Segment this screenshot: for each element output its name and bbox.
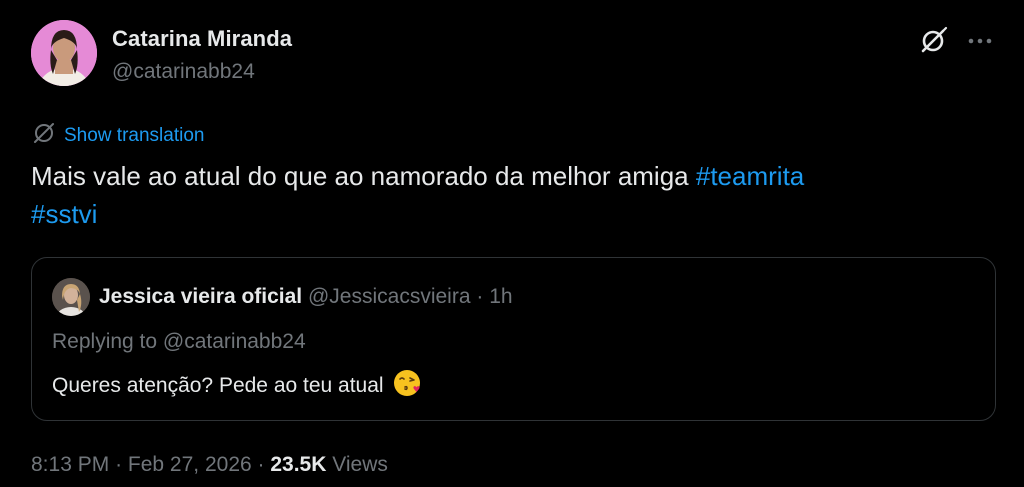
- separator-dot: ·: [476, 285, 484, 308]
- separator-dot: ·: [257, 453, 265, 476]
- tweet: Catarina Miranda @catarinabb24 Show tran…: [0, 0, 1024, 487]
- quoted-time[interactable]: 1h: [489, 285, 512, 308]
- show-translation-label: Show translation: [64, 124, 205, 146]
- face-blowing-kiss-emoji: [392, 368, 422, 404]
- quoted-author-handle[interactable]: @Jessicacsvieira: [308, 285, 471, 308]
- grok-icon[interactable]: [918, 26, 948, 56]
- hashtag-link[interactable]: #teamrita: [696, 161, 804, 191]
- author-name[interactable]: Catarina Miranda: [112, 26, 292, 52]
- show-translation-button[interactable]: Show translation: [32, 121, 204, 150]
- quoted-header: Jessica vieira oficial @Jessicacsvieira …: [99, 285, 513, 309]
- hashtag-link[interactable]: #sstvi: [31, 199, 97, 229]
- more-options-icon[interactable]: [964, 26, 996, 56]
- quoted-body: Queres atenção? Pede ao teu atual: [52, 374, 384, 397]
- tweet-time[interactable]: 8:13 PM: [31, 453, 109, 476]
- quoted-text: Queres atenção? Pede ao teu atual: [52, 368, 422, 404]
- tweet-body: Mais vale ao atual do que ao namorado da…: [31, 161, 689, 191]
- quoted-author-avatar[interactable]: [52, 278, 90, 316]
- tweet-date[interactable]: Feb 27, 2026: [128, 453, 252, 476]
- views-count: 23.5K: [270, 453, 327, 476]
- separator-dot: ·: [115, 453, 123, 476]
- quoted-author-name[interactable]: Jessica vieira oficial: [99, 285, 302, 308]
- author-handle[interactable]: @catarinabb24: [112, 60, 255, 84]
- tweet-meta: 8:13 PM · Feb 27, 2026 · 23.5K Views: [31, 453, 388, 477]
- author-avatar[interactable]: [31, 20, 97, 86]
- views-label: Views: [332, 453, 388, 476]
- globe-translate-icon: [32, 121, 56, 150]
- tweet-text: Mais vale ao atual do que ao namorado da…: [31, 157, 971, 233]
- quoted-replying-to: Replying to @catarinabb24: [52, 330, 306, 353]
- quoted-tweet[interactable]: Jessica vieira oficial @Jessicacsvieira …: [31, 257, 996, 421]
